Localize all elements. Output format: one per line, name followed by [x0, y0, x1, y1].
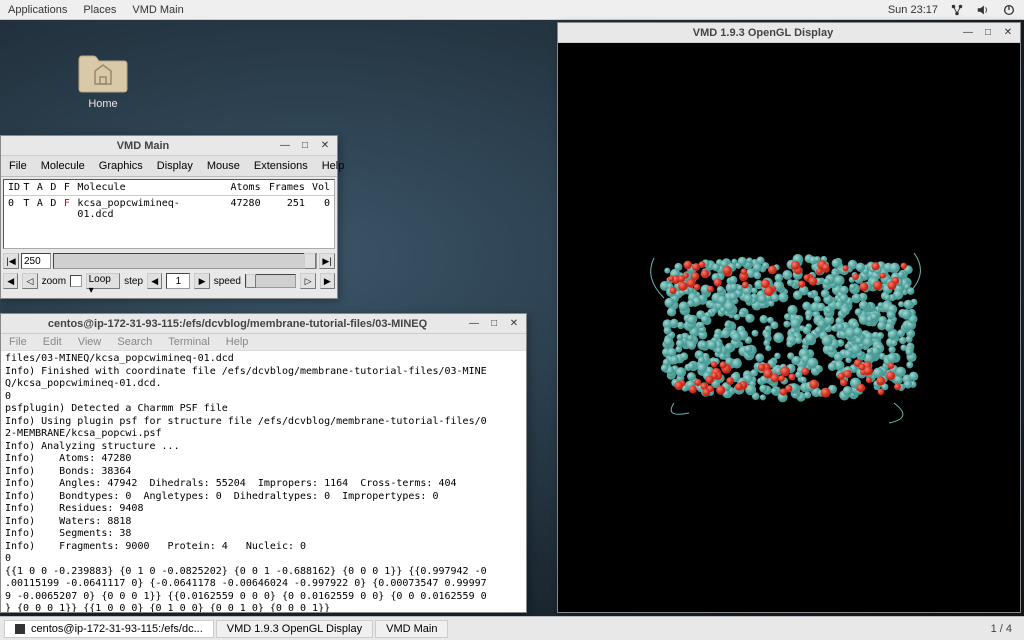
- maximize-button[interactable]: □: [982, 27, 994, 39]
- desktop: Applications Places VMD Main Sun 23:17 H…: [0, 0, 1024, 640]
- workspace-indicator[interactable]: 1 / 4: [983, 623, 1020, 635]
- topbar-vmd[interactable]: VMD Main: [132, 4, 183, 16]
- folder-icon: [75, 50, 131, 94]
- menu-graphics[interactable]: Graphics: [95, 158, 147, 174]
- cell-frames: 251: [261, 198, 305, 209]
- step-input[interactable]: [166, 273, 190, 289]
- term-menu-help[interactable]: Help: [226, 336, 249, 348]
- loop-select[interactable]: Loop ▾: [86, 273, 121, 289]
- menu-help[interactable]: Help: [318, 158, 349, 174]
- terminal-title: centos@ip-172-31-93-115:/efs/dcvblog/mem…: [7, 318, 468, 330]
- cell-molecule: kcsa_popcwimineq-01.dcd: [77, 198, 212, 220]
- term-menu-terminal[interactable]: Terminal: [168, 336, 210, 348]
- topbar-clock[interactable]: Sun 23:17: [888, 4, 938, 16]
- cell-id: 0: [8, 198, 23, 209]
- cell-d: D: [50, 198, 64, 209]
- step-back-button[interactable]: ◁: [22, 273, 37, 289]
- molecule-render: [634, 228, 944, 428]
- network-icon[interactable]: [950, 3, 964, 17]
- taskbar-item-vmdmain[interactable]: VMD Main: [375, 620, 448, 638]
- power-icon[interactable]: [1002, 3, 1016, 17]
- topbar-applications[interactable]: Applications: [8, 4, 67, 16]
- cell-f: F: [64, 198, 78, 209]
- cell-atoms: 47280: [212, 198, 260, 209]
- term-menu-search[interactable]: Search: [117, 336, 152, 348]
- menu-mouse[interactable]: Mouse: [203, 158, 244, 174]
- topbar-places[interactable]: Places: [83, 4, 116, 16]
- col-molecule[interactable]: Molecule: [77, 182, 212, 193]
- table-row[interactable]: 0 T A D F kcsa_popcwimineq-01.dcd 47280 …: [4, 196, 334, 248]
- cell-t: T: [23, 198, 37, 209]
- opengl-window: VMD 1.9.3 OpenGL Display — □ ✕: [557, 22, 1021, 613]
- col-id[interactable]: ID: [8, 182, 23, 193]
- opengl-title: VMD 1.9.3 OpenGL Display: [564, 27, 962, 39]
- opengl-viewport[interactable]: [558, 43, 1020, 612]
- term-menu-file[interactable]: File: [9, 336, 27, 348]
- cell-a: A: [37, 198, 51, 209]
- col-t[interactable]: T: [23, 182, 37, 193]
- cell-vol: 0: [305, 198, 330, 209]
- topbar: Applications Places VMD Main Sun 23:17: [0, 0, 1024, 20]
- vmd-main-menubar: File Molecule Graphics Display Mouse Ext…: [1, 156, 337, 177]
- frame-last-button[interactable]: ▶|: [319, 253, 335, 269]
- col-atoms[interactable]: Atoms: [212, 182, 260, 193]
- menu-file[interactable]: File: [5, 158, 31, 174]
- menu-molecule[interactable]: Molecule: [37, 158, 89, 174]
- minimize-button[interactable]: —: [468, 318, 480, 330]
- close-button[interactable]: ✕: [508, 318, 520, 330]
- col-d[interactable]: D: [50, 182, 64, 193]
- terminal-menubar: File Edit View Search Terminal Help: [1, 334, 526, 351]
- col-frames[interactable]: Frames: [261, 182, 305, 193]
- taskbar-item-terminal[interactable]: centos@ip-172-31-93-115:/efs/dc...: [4, 620, 214, 638]
- vmd-main-title: VMD Main: [7, 140, 279, 152]
- vmd-main-window: VMD Main — □ ✕ File Molecule Graphics Di…: [0, 135, 338, 299]
- terminal-content[interactable]: files/03-MINEQ/kcsa_popcwimineq-01.dcd I…: [1, 351, 526, 612]
- terminal-titlebar[interactable]: centos@ip-172-31-93-115:/efs/dcvblog/mem…: [1, 314, 526, 334]
- terminal-window: centos@ip-172-31-93-115:/efs/dcvblog/mem…: [0, 313, 527, 613]
- play-forward-button[interactable]: ▶: [320, 273, 335, 289]
- volume-icon[interactable]: [976, 3, 990, 17]
- step-down-button[interactable]: ◀: [147, 273, 162, 289]
- speed-label: speed: [214, 276, 241, 287]
- desktop-home-label: Home: [88, 98, 117, 110]
- term-menu-view[interactable]: View: [78, 336, 102, 348]
- col-f[interactable]: F: [64, 182, 78, 193]
- terminal-icon: [15, 624, 25, 634]
- speed-slider[interactable]: [245, 274, 296, 288]
- frame-slider[interactable]: [53, 253, 317, 269]
- frame-input[interactable]: [21, 253, 51, 269]
- term-menu-edit[interactable]: Edit: [43, 336, 62, 348]
- menu-extensions[interactable]: Extensions: [250, 158, 312, 174]
- vmd-main-titlebar[interactable]: VMD Main — □ ✕: [1, 136, 337, 156]
- zoom-label: zoom: [42, 276, 66, 287]
- col-a[interactable]: A: [37, 182, 51, 193]
- taskbar: centos@ip-172-31-93-115:/efs/dc... VMD 1…: [0, 616, 1024, 640]
- taskbar-item-opengl[interactable]: VMD 1.9.3 OpenGL Display: [216, 620, 373, 638]
- step-up-button[interactable]: ▶: [194, 273, 209, 289]
- opengl-titlebar[interactable]: VMD 1.9.3 OpenGL Display — □ ✕: [558, 23, 1020, 43]
- minimize-button[interactable]: —: [279, 140, 291, 152]
- zoom-checkbox[interactable]: [70, 275, 82, 287]
- play-back-button[interactable]: ◀: [3, 273, 18, 289]
- maximize-button[interactable]: □: [299, 140, 311, 152]
- col-vol[interactable]: Vol: [305, 182, 330, 193]
- step-forward-button[interactable]: ▷: [300, 273, 315, 289]
- desktop-home-icon[interactable]: Home: [75, 50, 131, 110]
- close-button[interactable]: ✕: [1002, 27, 1014, 39]
- frame-first-button[interactable]: |◀: [3, 253, 19, 269]
- vmd-molecule-table: ID T A D F Molecule Atoms Frames Vol 0 T…: [3, 179, 335, 249]
- minimize-button[interactable]: —: [962, 27, 974, 39]
- step-label: step: [124, 276, 143, 287]
- close-button[interactable]: ✕: [319, 140, 331, 152]
- menu-display[interactable]: Display: [153, 158, 197, 174]
- maximize-button[interactable]: □: [488, 318, 500, 330]
